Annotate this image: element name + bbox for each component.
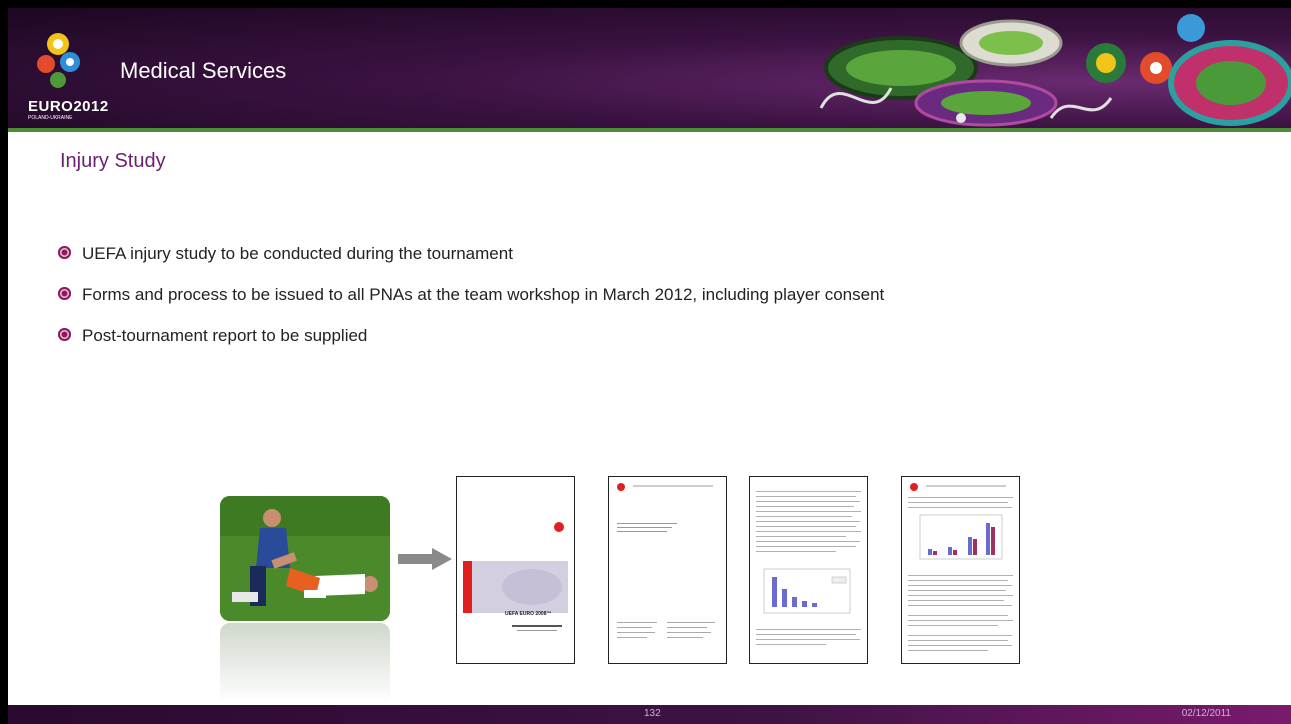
logo-subtext: POLAND-UKRAINE xyxy=(28,115,73,121)
header-title: Medical Services xyxy=(120,58,287,83)
header-divider xyxy=(8,128,1291,132)
header-banner: EURO2012 POLAND-UKRAINE Medical Services xyxy=(8,8,1291,132)
document-thumbnail-report-page xyxy=(901,476,1020,664)
cover-title: UEFA EURO 2008™ xyxy=(505,611,552,617)
footer-date: 02/12/2011 xyxy=(1181,708,1231,719)
photo-reflection xyxy=(220,623,390,703)
list-item: UEFA injury study to be conducted during… xyxy=(58,238,1238,269)
list-item: Post-tournament report to be supplied xyxy=(58,320,1238,351)
stadium-decoration xyxy=(819,14,1291,127)
bullet-text: UEFA injury study to be conducted during… xyxy=(82,244,513,263)
document-thumbnail-cover: UEFA EURO 2008™ xyxy=(456,476,575,664)
page-number: 132 xyxy=(644,708,661,719)
bullet-text: Post-tournament report to be supplied xyxy=(82,326,368,345)
bullet-text: Forms and process to be issued to all PN… xyxy=(82,285,885,304)
logo-text: EURO2012 xyxy=(28,98,109,115)
slide: EURO2012 POLAND-UKRAINE Medical Services… xyxy=(8,8,1291,724)
list-item: Forms and process to be issued to all PN… xyxy=(58,279,1238,310)
bullet-list: UEFA injury study to be conducted during… xyxy=(58,238,1238,361)
bullet-icon xyxy=(58,246,71,259)
bullet-icon xyxy=(58,328,71,341)
slide-title: Injury Study xyxy=(60,150,166,172)
injury-photo xyxy=(220,496,390,621)
euro2012-logo: EURO2012 POLAND-UKRAINE xyxy=(28,18,118,122)
document-thumbnail-chart-page xyxy=(749,476,868,664)
document-thumbnail-page xyxy=(608,476,727,664)
bullet-icon xyxy=(58,287,71,300)
arrow-right-icon xyxy=(398,548,452,570)
footer-bar: 132 02/12/2011 xyxy=(8,705,1291,724)
